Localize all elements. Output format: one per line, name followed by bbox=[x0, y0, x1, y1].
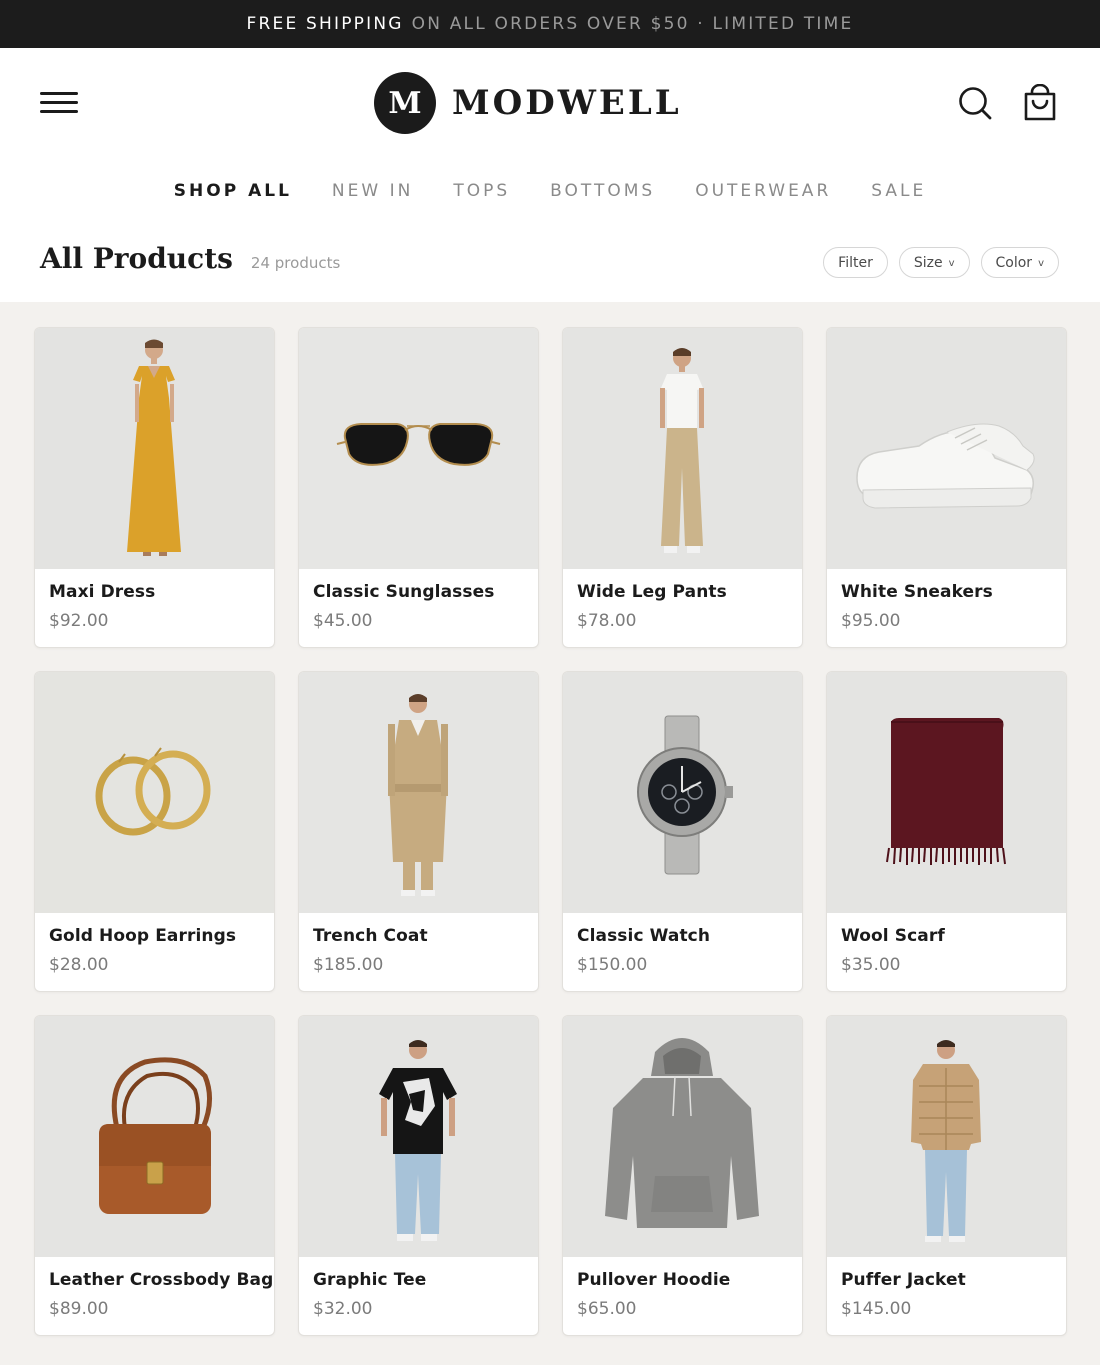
product-image-maxi-dress[interactable] bbox=[35, 328, 274, 569]
product-card[interactable]: Leather Crossbody Bag $89.00 bbox=[34, 1015, 275, 1336]
filter-button-label: Filter bbox=[838, 254, 873, 271]
listing-header: All Products 24 products bbox=[40, 242, 340, 286]
logo-mark: M bbox=[374, 72, 436, 134]
product-card[interactable]: Maxi Dress $92.00 bbox=[34, 327, 275, 648]
product-name[interactable]: Classic Watch bbox=[577, 926, 802, 946]
announcement-text: ON ALL ORDERS OVER $50 · LIMITED TIME bbox=[411, 14, 854, 34]
product-name[interactable]: Wide Leg Pants bbox=[577, 582, 802, 602]
product-name[interactable]: Wool Scarf bbox=[841, 926, 1066, 946]
nav-item-outerwear[interactable]: OUTERWEAR bbox=[695, 178, 831, 204]
product-price: $95.00 bbox=[841, 611, 901, 631]
product-image-scarf[interactable] bbox=[827, 672, 1066, 913]
logo-text: MODWELL bbox=[452, 83, 682, 123]
search-icon[interactable] bbox=[957, 85, 993, 121]
product-name[interactable]: White Sneakers bbox=[841, 582, 1066, 602]
product-card[interactable]: Graphic Tee $32.00 bbox=[298, 1015, 539, 1336]
product-price: $35.00 bbox=[841, 955, 901, 975]
product-price: $45.00 bbox=[313, 611, 373, 631]
product-image-hoodie[interactable] bbox=[563, 1016, 802, 1257]
product-name[interactable]: Leather Crossbody Bag bbox=[49, 1270, 274, 1290]
product-name[interactable]: Classic Sunglasses bbox=[313, 582, 538, 602]
product-price: $32.00 bbox=[313, 1299, 373, 1319]
product-price: $185.00 bbox=[313, 955, 384, 975]
page-title: All Products bbox=[40, 242, 233, 275]
site-header: M MODWELL bbox=[0, 48, 1100, 158]
product-card[interactable]: Classic Watch $150.00 bbox=[562, 671, 803, 992]
product-image-wide-leg-pants[interactable] bbox=[563, 328, 802, 569]
product-card[interactable]: Pullover Hoodie $65.00 bbox=[562, 1015, 803, 1336]
product-price: $150.00 bbox=[577, 955, 648, 975]
cart-icon[interactable] bbox=[1022, 84, 1058, 122]
color-dropdown-label: Color bbox=[995, 254, 1033, 271]
product-name[interactable]: Trench Coat bbox=[313, 926, 538, 946]
product-image-hoop-earrings[interactable] bbox=[35, 672, 274, 913]
product-grid: Maxi Dress $92.00 Classic Sunglasses $45… bbox=[34, 327, 1067, 1336]
product-price: $78.00 bbox=[577, 611, 637, 631]
product-name[interactable]: Gold Hoop Earrings bbox=[49, 926, 274, 946]
product-image-trench-coat[interactable] bbox=[299, 672, 538, 913]
product-image-puffer-jacket[interactable] bbox=[827, 1016, 1066, 1257]
product-name[interactable]: Pullover Hoodie bbox=[577, 1270, 802, 1290]
product-image-graphic-tee[interactable] bbox=[299, 1016, 538, 1257]
product-price: $89.00 bbox=[49, 1299, 109, 1319]
product-card[interactable]: Classic Sunglasses $45.00 bbox=[298, 327, 539, 648]
chevron-down-icon: v bbox=[1038, 258, 1044, 269]
product-image-sneakers[interactable] bbox=[827, 328, 1066, 569]
product-card[interactable]: White Sneakers $95.00 bbox=[826, 327, 1067, 648]
announcement-highlight: FREE SHIPPING bbox=[246, 14, 404, 34]
category-nav: SHOP ALL NEW IN TOPS BOTTOMS OUTERWEAR S… bbox=[0, 178, 1100, 204]
product-grid-section: Maxi Dress $92.00 Classic Sunglasses $45… bbox=[0, 302, 1100, 1365]
product-price: $28.00 bbox=[49, 955, 109, 975]
product-card[interactable]: Wide Leg Pants $78.00 bbox=[562, 327, 803, 648]
size-dropdown-label: Size bbox=[913, 254, 943, 271]
product-image-sunglasses[interactable] bbox=[299, 328, 538, 569]
filter-button[interactable]: Filter bbox=[823, 247, 888, 278]
product-card[interactable]: Wool Scarf $35.00 bbox=[826, 671, 1067, 992]
product-image-watch[interactable] bbox=[563, 672, 802, 913]
product-name[interactable]: Maxi Dress bbox=[49, 582, 274, 602]
nav-item-sale[interactable]: SALE bbox=[871, 178, 926, 204]
filter-bar: Filter Size v Color v bbox=[823, 247, 1059, 278]
nav-item-tops[interactable]: TOPS bbox=[453, 178, 510, 204]
nav-item-bottoms[interactable]: BOTTOMS bbox=[550, 178, 655, 204]
product-image-crossbody-bag[interactable] bbox=[35, 1016, 274, 1257]
site-logo[interactable]: M MODWELL bbox=[374, 72, 682, 134]
product-price: $65.00 bbox=[577, 1299, 637, 1319]
product-name[interactable]: Graphic Tee bbox=[313, 1270, 538, 1290]
announcement-bar: FREE SHIPPING ON ALL ORDERS OVER $50 · L… bbox=[0, 0, 1100, 48]
product-price: $92.00 bbox=[49, 611, 109, 631]
product-card[interactable]: Puffer Jacket $145.00 bbox=[826, 1015, 1067, 1336]
product-name[interactable]: Puffer Jacket bbox=[841, 1270, 1066, 1290]
nav-item-new-in[interactable]: NEW IN bbox=[332, 178, 413, 204]
nav-item-shop-all[interactable]: SHOP ALL bbox=[174, 178, 292, 204]
product-card[interactable]: Trench Coat $185.00 bbox=[298, 671, 539, 992]
size-dropdown[interactable]: Size v bbox=[898, 247, 970, 278]
color-dropdown[interactable]: Color v bbox=[980, 247, 1059, 278]
product-card[interactable]: Gold Hoop Earrings $28.00 bbox=[34, 671, 275, 992]
menu-icon[interactable] bbox=[40, 88, 78, 116]
chevron-down-icon: v bbox=[948, 258, 955, 269]
product-price: $145.00 bbox=[841, 1299, 912, 1319]
product-count: 24 products bbox=[250, 254, 341, 272]
